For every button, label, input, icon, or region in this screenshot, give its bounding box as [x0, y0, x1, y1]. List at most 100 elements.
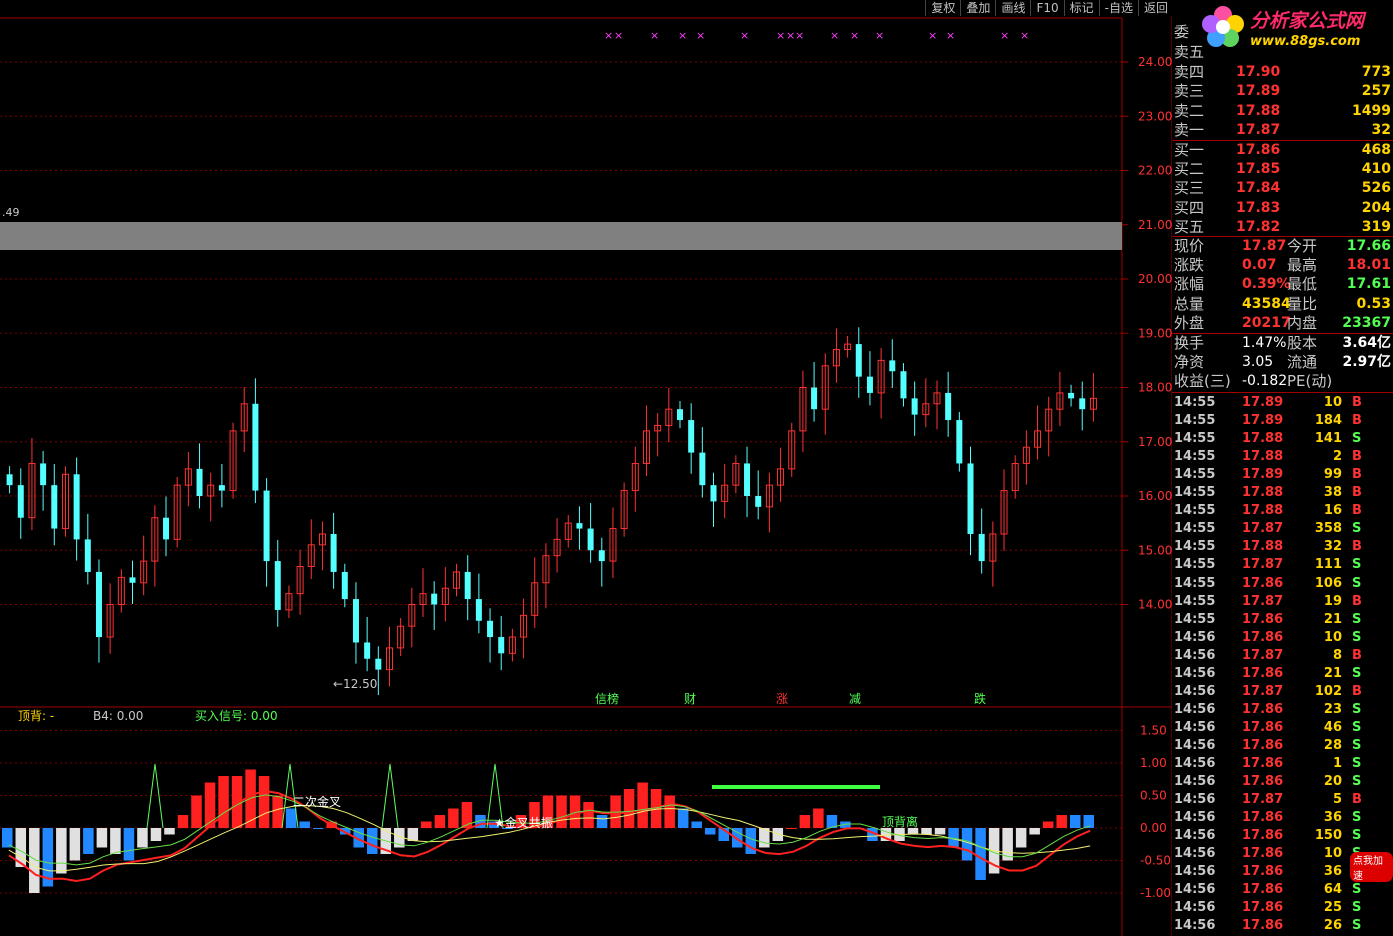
- stat-value-2: 18.01: [1346, 257, 1391, 274]
- trade-side: S: [1352, 629, 1362, 645]
- ind-hist-bar: [961, 828, 973, 861]
- candle-body: [1068, 392, 1075, 399]
- ind-hist-bar: [921, 828, 932, 835]
- ind-tick-label: 0.50: [1140, 789, 1167, 803]
- trade-row: 14:56 17.86 1 S: [1172, 755, 1393, 773]
- toolbar-button-3[interactable]: F10: [1030, 0, 1064, 16]
- trade-row: 14:56 17.87 8 B: [1172, 647, 1393, 665]
- fin-value: 1.47%: [1242, 335, 1287, 351]
- price-tick-label: 18.00: [1138, 381, 1172, 395]
- ind-hist-bar: [285, 808, 297, 828]
- ask-price: 17.88: [1236, 102, 1281, 119]
- stat-label-2: 内盘: [1287, 313, 1318, 332]
- toolbar-button-2[interactable]: 画线: [995, 0, 1031, 16]
- trade-side: S: [1352, 756, 1362, 771]
- toolbar-button-6[interactable]: 返回: [1137, 0, 1173, 16]
- price-tick-label: 17.00: [1138, 435, 1172, 449]
- price-tick-label: 20.00: [1138, 272, 1172, 286]
- trade-price: 17.87: [1242, 593, 1284, 609]
- trade-volume: 1: [1332, 756, 1342, 771]
- ind-hist-bar: [434, 815, 446, 828]
- trade-volume: 21: [1323, 611, 1342, 627]
- trade-time: 14:56: [1174, 701, 1216, 717]
- trade-volume: 32: [1323, 539, 1342, 555]
- bid-price: 17.84: [1236, 180, 1281, 197]
- toolbar-button-1[interactable]: 叠加: [960, 0, 996, 16]
- bid-volume: 319: [1361, 218, 1391, 235]
- fin-row: 净资 3.05 流通 2.97亿: [1172, 353, 1393, 372]
- trade-price: 17.86: [1242, 900, 1284, 916]
- event-tag: 涨: [776, 691, 788, 706]
- trade-row: 14:56 17.86 21 S: [1172, 665, 1393, 683]
- stat-row: 外盘 20217 内盘 23367: [1172, 314, 1393, 333]
- price-tick-label: 19.00: [1138, 326, 1172, 340]
- ind-hist-bar: [150, 828, 162, 841]
- price-tick-label: 15.00: [1138, 543, 1172, 557]
- trade-row: 14:55 17.89 99 B: [1172, 466, 1393, 484]
- ind-hist-bar: [975, 828, 986, 880]
- ind-hist-bar: [596, 815, 608, 828]
- trade-volume: 23: [1323, 701, 1342, 717]
- ind-hist-bar: [677, 808, 689, 828]
- ad-button[interactable]: 点我加速: [1350, 852, 1393, 882]
- stat-label: 外盘: [1174, 313, 1205, 332]
- trade-side: B: [1352, 593, 1362, 609]
- trade-side: B: [1352, 413, 1362, 429]
- top-signal-marker: ×: [650, 29, 659, 42]
- candle-body: [688, 420, 695, 453]
- ind-hist-bar: [177, 815, 189, 828]
- ind-hist-bar: [69, 828, 81, 861]
- event-tag: 减: [849, 692, 861, 706]
- bid-row: 买五 17.82 319: [1172, 218, 1393, 237]
- trade-time: 14:55: [1174, 413, 1216, 429]
- candle-body: [431, 593, 438, 605]
- ind-hist-bar: [110, 828, 121, 854]
- trade-price: 17.89: [1242, 395, 1284, 410]
- trade-price: 17.86: [1242, 737, 1284, 753]
- ind-hist-bar: [137, 828, 148, 848]
- candle-body: [263, 490, 270, 562]
- trade-volume: 5: [1332, 792, 1342, 808]
- ind-hist-bar: [448, 808, 459, 828]
- ask-volume: 1499: [1352, 102, 1391, 119]
- trade-time: 14:55: [1174, 449, 1216, 465]
- fin-row: 换手 1.47% 股本 3.64亿: [1172, 334, 1393, 353]
- trade-volume: 184: [1314, 413, 1342, 429]
- fin-label-2: 流通: [1287, 353, 1318, 372]
- toolbar-button-4[interactable]: 标记: [1063, 0, 1099, 16]
- trade-price: 17.88: [1242, 449, 1284, 465]
- ind-legend-item: B4: 0.00: [93, 709, 143, 723]
- toolbar-button-5[interactable]: -自选: [1098, 0, 1138, 16]
- fin-label: 收益(三): [1174, 372, 1231, 391]
- ind-hist-bar: [461, 802, 473, 828]
- trade-side: S: [1352, 828, 1362, 844]
- candle-body: [84, 539, 91, 572]
- ask-label: 卖五: [1174, 43, 1205, 61]
- toolbar-button-0[interactable]: 复权: [925, 0, 961, 16]
- top-signal-marker: ×: [830, 29, 839, 42]
- bid-label: 买二: [1174, 160, 1205, 179]
- top-signal-marker: ×: [740, 29, 749, 42]
- trade-time: 14:56: [1174, 810, 1216, 826]
- trade-price: 17.86: [1242, 882, 1284, 898]
- trade-volume: 16: [1323, 503, 1342, 519]
- trade-price: 17.86: [1242, 774, 1284, 790]
- trade-side: S: [1352, 918, 1362, 934]
- bid-volume: 410: [1361, 161, 1391, 178]
- bid-row: 买一 17.86 468: [1172, 141, 1393, 160]
- ind-tick-label: 1.50: [1140, 724, 1167, 738]
- trade-price: 17.87: [1242, 792, 1284, 808]
- event-tag: 财: [684, 692, 696, 706]
- candle-body: [196, 468, 203, 496]
- ask-row: 卖二 17.88 1499: [1172, 102, 1393, 121]
- stat-value: 0.39%: [1242, 276, 1291, 293]
- trade-volume: 64: [1323, 882, 1342, 898]
- trade-time: 14:55: [1174, 521, 1216, 537]
- candle-body: [866, 376, 873, 393]
- fin-value-2: 3.64亿: [1342, 335, 1391, 351]
- panel-separator: [1172, 392, 1393, 393]
- ask-price: 17.89: [1236, 83, 1281, 99]
- price-tick-label: 22.00: [1138, 164, 1172, 178]
- ind-hist-bar: [623, 789, 635, 828]
- trade-price: 17.88: [1242, 485, 1284, 501]
